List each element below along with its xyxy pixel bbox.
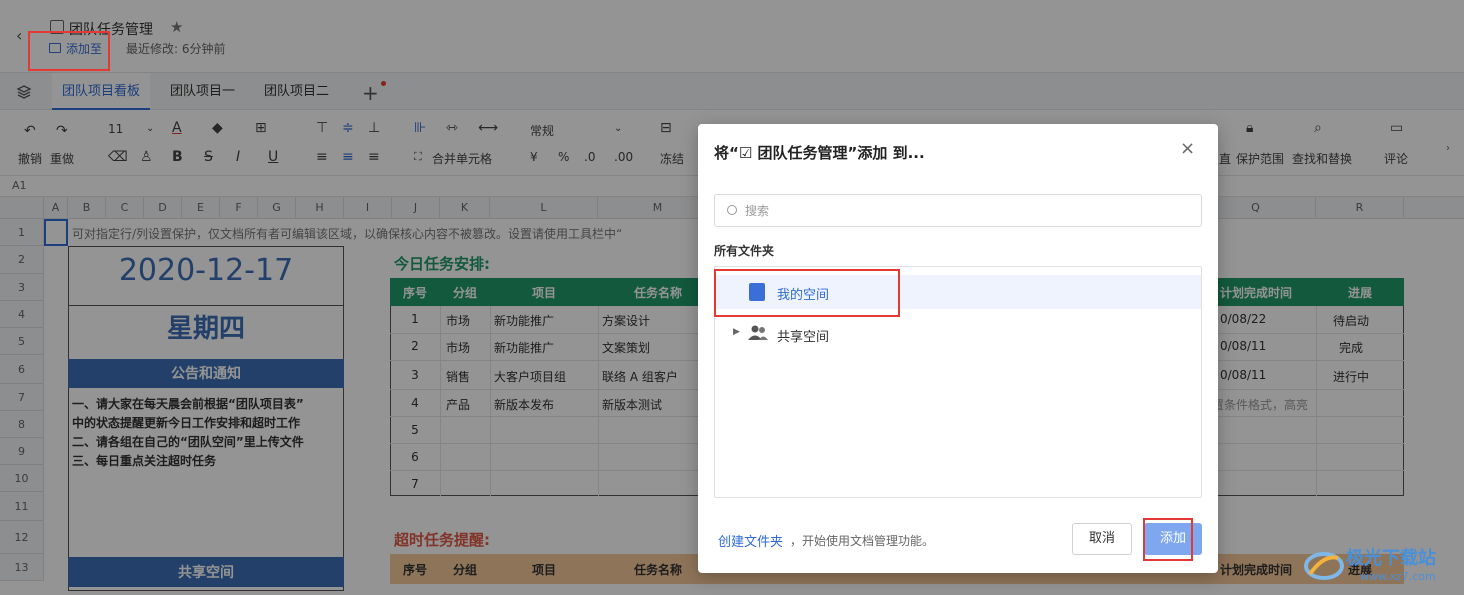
search-input[interactable]	[745, 201, 1185, 221]
add-to-folder-dialog: 将“☑ 团队任务管理”添加 到... × 所有文件夹 我的空间 ▶ 共享空间 创…	[698, 124, 1218, 573]
cancel-button[interactable]: 取消	[1072, 523, 1132, 555]
search-box[interactable]	[714, 194, 1202, 227]
expand-arrow-icon[interactable]: ▶	[733, 327, 740, 337]
folder-label: 共享空间	[777, 330, 830, 345]
people-icon	[747, 325, 769, 345]
watermark-url: www.xz7.com	[1360, 570, 1436, 583]
highlight-box	[714, 269, 900, 317]
highlight-box	[28, 31, 110, 71]
folder-node-shared-space[interactable]: ▶ 共享空间	[715, 317, 1201, 351]
search-icon	[727, 205, 737, 215]
all-folders-label: 所有文件夹	[714, 244, 775, 258]
create-folder-link[interactable]: 创建文件夹	[718, 531, 783, 550]
highlight-box	[1143, 518, 1193, 561]
watermark-logo: 极光下载站 www.xz7.com	[1304, 540, 1464, 595]
close-icon[interactable]: ×	[1180, 138, 1195, 159]
dialog-title: 将“☑ 团队任务管理”添加 到...	[714, 144, 925, 162]
watermark-text: 极光下载站	[1346, 548, 1436, 569]
create-folder-hint: ，开始使用文档管理功能。	[790, 534, 935, 548]
